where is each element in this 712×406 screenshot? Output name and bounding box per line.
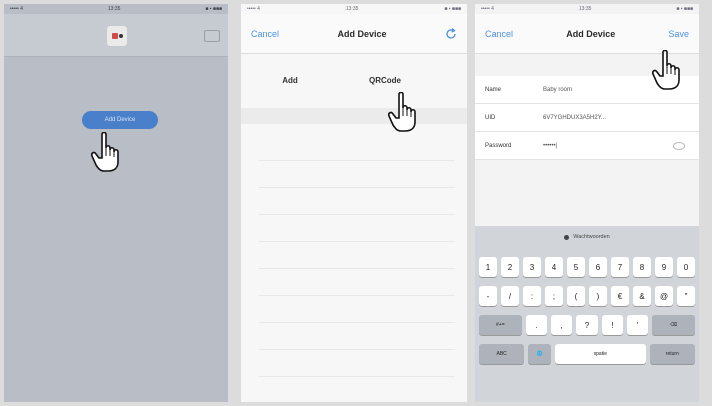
status-bar: ••••• 4 13:35 ■ ▪ ■■■ — [241, 4, 467, 14]
screen-device-form: ••••• 4 13:35 ■ ▪ ■■■ Cancel Add Device … — [475, 4, 699, 402]
name-label: Name — [485, 86, 502, 93]
empty-list — [259, 134, 455, 377]
option-add[interactable]: Add — [241, 62, 339, 98]
battery-indicator: ■ ▪ ■■■ — [444, 6, 461, 12]
keyboard-row-symbols: - / : ; ( ) € & @ " — [475, 286, 699, 306]
list-item — [259, 188, 455, 215]
carrier-signal: ••••• 4 — [481, 6, 494, 12]
suggestion-label: Wachtwoorden — [573, 234, 610, 240]
clock: 13:35 — [345, 6, 359, 12]
cancel-button[interactable]: Cancel — [251, 29, 279, 39]
key-icon — [564, 234, 570, 240]
list-item — [259, 323, 455, 350]
key[interactable]: ) — [589, 286, 607, 306]
key[interactable]: ! — [601, 315, 623, 335]
key[interactable]: , — [551, 315, 573, 335]
list-item — [259, 161, 455, 188]
keyboard-row-bottom: ABC 🌐 spatie return — [475, 344, 699, 364]
status-bar: ••••• 4 13:35 ■ ▪ ■■■ — [475, 4, 699, 14]
pointer-hand-icon — [91, 132, 119, 172]
key[interactable]: ( — [567, 286, 585, 306]
screen-device-list: ••••• 4 13:35 ■ ▪ ■■■ Add Device — [4, 4, 228, 402]
key[interactable]: : — [523, 286, 541, 306]
screen-add-method: ••••• 4 13:35 ■ ▪ ■■■ Cancel Add Device … — [241, 4, 467, 402]
nav-bar: Cancel Add Device Save — [475, 14, 699, 54]
cancel-button[interactable]: Cancel — [485, 29, 513, 39]
key[interactable]: / — [501, 286, 519, 306]
key[interactable]: 1 — [479, 257, 497, 277]
key[interactable]: . — [525, 315, 547, 335]
pointer-hand-icon — [388, 92, 416, 132]
uid-label: UID — [485, 114, 496, 121]
key[interactable]: 0 — [677, 257, 695, 277]
uid-row: UID 6V7YGHDUX3A5H2Y... — [475, 104, 699, 132]
clock: 13:35 — [107, 6, 121, 12]
key[interactable]: 5 — [567, 257, 585, 277]
battery-indicator: ■ ▪ ■■■ — [676, 6, 693, 12]
key[interactable]: & — [633, 286, 651, 306]
list-item — [259, 296, 455, 323]
key[interactable]: 7 — [611, 257, 629, 277]
key[interactable]: ' — [626, 315, 649, 335]
key[interactable]: ? — [576, 315, 598, 335]
eye-icon[interactable] — [673, 141, 685, 150]
keyboard-row-punct: #+= . , ? ! ' ⌫ — [475, 315, 699, 335]
key[interactable]: - — [479, 286, 497, 306]
key[interactable]: 4 — [545, 257, 563, 277]
list-item — [259, 350, 455, 377]
add-method-selector: Add QRCode — [241, 62, 467, 98]
password-label: Password — [485, 142, 512, 149]
uid-field[interactable]: 6V7YGHDUX3A5H2Y... — [543, 115, 699, 121]
key[interactable]: 6 — [589, 257, 607, 277]
list-item — [259, 215, 455, 242]
section-divider — [241, 108, 467, 124]
clock: 13:35 — [578, 6, 592, 12]
menu-icon[interactable] — [204, 30, 220, 42]
abc-key[interactable]: ABC — [479, 344, 525, 364]
numeric-keyboard: Wachtwoorden 1 2 3 4 5 6 7 8 9 0 - / : ;… — [475, 226, 699, 402]
save-button[interactable]: Save — [668, 29, 689, 39]
key[interactable]: € — [611, 286, 629, 306]
status-bar: ••••• 4 13:35 ■ ▪ ■■■ — [4, 4, 228, 14]
list-item — [259, 269, 455, 296]
carrier-signal: ••••• 4 — [10, 6, 23, 12]
keychain-suggestion[interactable]: Wachtwoorden — [475, 226, 699, 248]
pointer-hand-icon — [652, 50, 680, 90]
key[interactable]: ; — [545, 286, 563, 306]
battery-indicator: ■ ▪ ■■■ — [205, 6, 222, 12]
key[interactable]: 2 — [501, 257, 519, 277]
password-row: Password ••••••| — [475, 132, 699, 160]
list-item — [259, 242, 455, 269]
globe-icon[interactable]: 🌐 — [528, 344, 551, 364]
password-field[interactable]: ••••••| — [543, 143, 673, 149]
page-title: Add Device — [566, 28, 616, 39]
key[interactable]: 8 — [633, 257, 651, 277]
return-key[interactable]: return — [649, 344, 695, 364]
space-key[interactable]: spatie — [555, 344, 646, 364]
symbols-toggle-key[interactable]: #+= — [479, 315, 522, 335]
app-header — [4, 14, 228, 57]
key[interactable]: " — [677, 286, 695, 306]
key[interactable]: @ — [655, 286, 673, 306]
refresh-icon[interactable] — [445, 27, 457, 40]
keyboard-row-digits: 1 2 3 4 5 6 7 8 9 0 — [475, 257, 699, 277]
key[interactable]: 9 — [655, 257, 673, 277]
key[interactable]: 3 — [523, 257, 541, 277]
page-title: Add Device — [337, 28, 387, 39]
nav-bar: Cancel Add Device — [241, 14, 467, 54]
app-logo — [107, 26, 127, 46]
add-device-button[interactable]: Add Device — [82, 111, 158, 129]
carrier-signal: ••••• 4 — [247, 6, 260, 12]
backspace-key[interactable]: ⌫ — [652, 315, 695, 335]
list-item — [259, 134, 455, 161]
